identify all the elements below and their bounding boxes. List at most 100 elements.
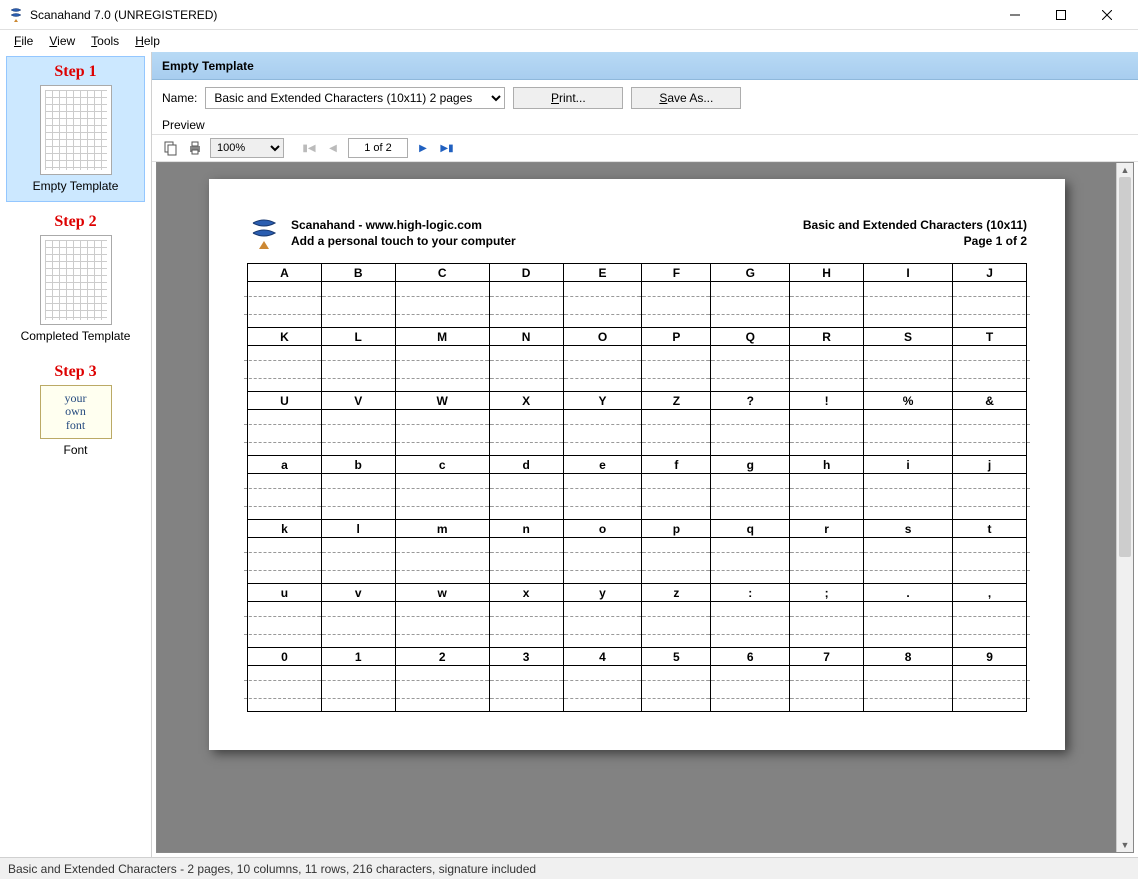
print-button[interactable]: Print... — [513, 87, 623, 109]
preview-toolbar: 100% ▮◀ ◀ 1 of 2 ▶ ▶▮ — [152, 134, 1138, 162]
char-label: J — [953, 264, 1027, 282]
char-label: B — [321, 264, 395, 282]
char-cell — [864, 602, 953, 648]
char-cell — [248, 666, 322, 712]
name-label: Name: — [162, 91, 197, 105]
char-cell — [248, 346, 322, 392]
step-label: Step 1 — [54, 63, 96, 81]
char-cell — [711, 346, 790, 392]
zoom-select[interactable]: 100% — [210, 138, 284, 158]
char-cell — [711, 666, 790, 712]
char-label: a — [248, 456, 322, 474]
char-cell — [489, 474, 563, 520]
print-icon[interactable] — [186, 139, 204, 157]
preview-page: Scanahand - www.high-logic.com Add a per… — [209, 179, 1065, 750]
char-label: j — [953, 456, 1027, 474]
char-label: % — [864, 392, 953, 410]
char-cell — [321, 346, 395, 392]
page-indicator[interactable]: 1 of 2 — [348, 138, 408, 158]
char-label: y — [563, 584, 642, 602]
char-label: z — [642, 584, 711, 602]
char-label: h — [790, 456, 864, 474]
menu-tools[interactable]: Tools — [83, 32, 127, 50]
char-cell — [790, 602, 864, 648]
scroll-down-icon[interactable]: ▼ — [1117, 838, 1133, 852]
page-header-line1: Scanahand - www.high-logic.com — [291, 217, 516, 233]
char-cell — [953, 282, 1027, 328]
char-cell — [711, 410, 790, 456]
char-cell — [563, 538, 642, 584]
char-cell — [953, 474, 1027, 520]
char-label: q — [711, 520, 790, 538]
char-cell — [248, 410, 322, 456]
char-cell — [953, 410, 1027, 456]
char-cell — [395, 602, 489, 648]
char-cell — [395, 538, 489, 584]
page-header-right1: Basic and Extended Characters (10x11) — [803, 217, 1027, 233]
char-label: D — [489, 264, 563, 282]
char-cell — [321, 410, 395, 456]
page-header-right2: Page 1 of 2 — [803, 233, 1027, 249]
menu-help[interactable]: Help — [127, 32, 168, 50]
char-label: ? — [711, 392, 790, 410]
char-label: 6 — [711, 648, 790, 666]
page-header: Scanahand - www.high-logic.com Add a per… — [247, 217, 1027, 251]
close-button[interactable] — [1084, 0, 1130, 30]
char-label: t — [953, 520, 1027, 538]
char-cell — [864, 410, 953, 456]
char-cell — [953, 666, 1027, 712]
char-label: 3 — [489, 648, 563, 666]
char-cell — [953, 538, 1027, 584]
maximize-button[interactable] — [1038, 0, 1084, 30]
step-thumbnail — [40, 85, 112, 175]
last-page-button[interactable]: ▶▮ — [438, 139, 456, 157]
char-cell — [395, 666, 489, 712]
preview-label: Preview — [152, 116, 1138, 134]
save-as-button[interactable]: Save As... — [631, 87, 741, 109]
step-label: Step 3 — [54, 363, 96, 381]
char-label: X — [489, 392, 563, 410]
first-page-button[interactable]: ▮◀ — [300, 139, 318, 157]
prev-page-button[interactable]: ◀ — [324, 139, 342, 157]
char-cell — [395, 282, 489, 328]
char-cell — [248, 602, 322, 648]
char-label: 0 — [248, 648, 322, 666]
char-label: u — [248, 584, 322, 602]
step-thumbnail — [40, 235, 112, 325]
step-font[interactable]: Step 3 your own font Font — [6, 356, 145, 466]
char-label: b — [321, 456, 395, 474]
step-thumbnail: your own font — [40, 385, 112, 439]
char-label: 7 — [790, 648, 864, 666]
char-label: 1 — [321, 648, 395, 666]
preview-viewport[interactable]: Scanahand - www.high-logic.com Add a per… — [156, 162, 1134, 853]
char-label: : — [711, 584, 790, 602]
menu-view[interactable]: View — [41, 32, 83, 50]
scrollbar-thumb[interactable] — [1119, 177, 1131, 557]
char-label: P — [642, 328, 711, 346]
char-label: . — [864, 584, 953, 602]
vertical-scrollbar[interactable]: ▲ ▼ — [1116, 163, 1133, 852]
menu-file[interactable]: File — [6, 32, 41, 50]
char-cell — [642, 602, 711, 648]
char-label: g — [711, 456, 790, 474]
char-cell — [563, 602, 642, 648]
char-cell — [711, 474, 790, 520]
char-label: S — [864, 328, 953, 346]
char-cell — [642, 282, 711, 328]
char-cell — [711, 602, 790, 648]
step-empty-template[interactable]: Step 1 Empty Template — [6, 56, 145, 202]
char-cell — [321, 602, 395, 648]
scroll-up-icon[interactable]: ▲ — [1117, 163, 1133, 177]
char-label: k — [248, 520, 322, 538]
char-label: r — [790, 520, 864, 538]
next-page-button[interactable]: ▶ — [414, 139, 432, 157]
char-label: l — [321, 520, 395, 538]
char-cell — [642, 666, 711, 712]
char-cell — [864, 474, 953, 520]
minimize-button[interactable] — [992, 0, 1038, 30]
template-name-select[interactable]: Basic and Extended Characters (10x11) 2 … — [205, 87, 505, 109]
copy-icon[interactable] — [162, 139, 180, 157]
step-completed-template[interactable]: Step 2 Completed Template — [6, 206, 145, 352]
menubar: File View Tools Help — [0, 30, 1138, 52]
content-title: Empty Template — [162, 59, 254, 73]
